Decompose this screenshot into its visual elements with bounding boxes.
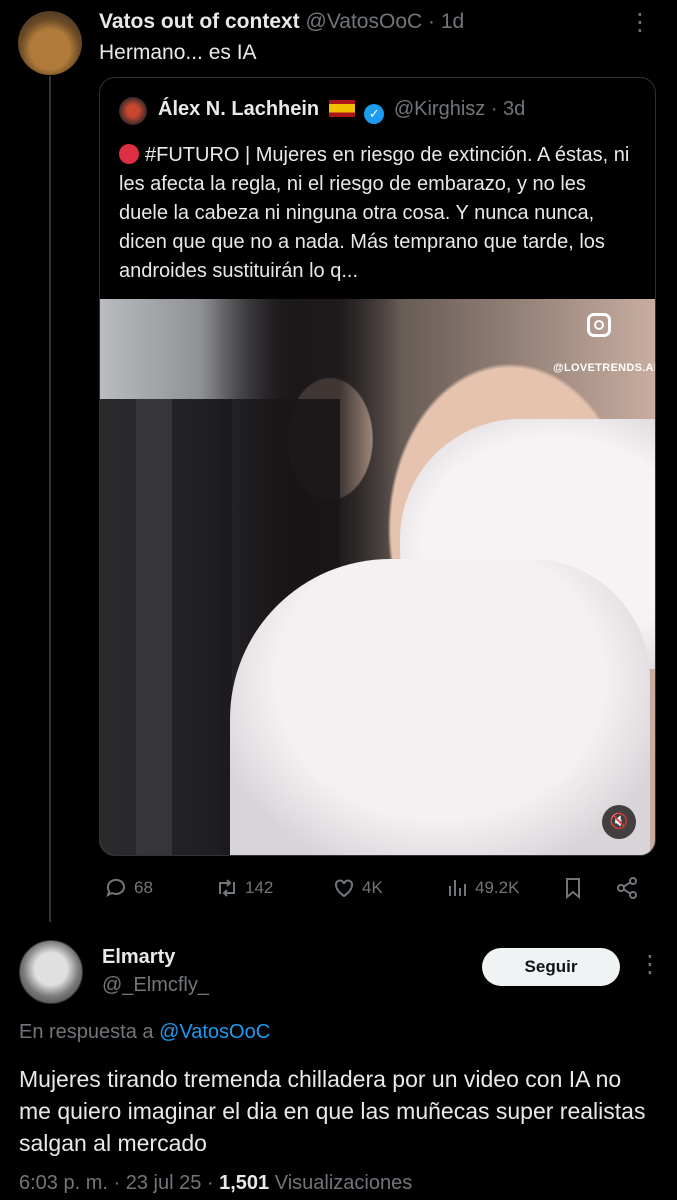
reply-author-name[interactable]: Elmarty	[102, 946, 175, 969]
author-handle[interactable]: @VatosOoC	[306, 10, 423, 33]
reply-meta: 6:03 p. m. · 23 jul 25 · 1,501 Visualiza…	[19, 1172, 413, 1194]
reply-time[interactable]: 6:03 p. m.	[19, 1172, 108, 1194]
media-watermark: @LOVETRENDS.AI	[553, 362, 656, 374]
author-avatar[interactable]	[18, 11, 82, 75]
reply-author-handle[interactable]: @_Elmcfly_	[102, 974, 209, 997]
quote-time: · 3d	[490, 98, 526, 120]
more-icon[interactable]: ⋮	[628, 8, 652, 37]
quote-header: Álex N. Lachhein ✓ @Kirghisz · 3d	[158, 98, 525, 124]
glove-lower	[230, 559, 650, 855]
more-icon[interactable]: ⋮	[638, 950, 662, 979]
instagram-icon	[587, 313, 611, 337]
views-count: 49.2K	[475, 878, 520, 897]
spain-flag-icon	[328, 100, 355, 117]
reply-avatar[interactable]	[19, 940, 83, 1004]
quote-text: #FUTURO | Mujeres en riesgo de extinción…	[119, 144, 630, 282]
quote-avatar	[119, 97, 147, 125]
follow-button[interactable]: Seguir	[482, 948, 620, 986]
reply-views-label: Visualizaciones	[274, 1172, 413, 1194]
reply-context: En respuesta a @VatosOoC	[19, 1021, 270, 1044]
tweet-header: Vatos out of context @VatosOoC · 1d	[99, 10, 464, 34]
share-action[interactable]	[615, 876, 639, 900]
like-count: 4K	[362, 878, 383, 897]
reply-icon	[106, 878, 125, 897]
bookmark-icon	[566, 878, 580, 900]
mute-icon[interactable]: 🔇	[602, 805, 636, 839]
quote-handle: @Kirghisz	[393, 98, 486, 120]
quoted-tweet[interactable]: Álex N. Lachhein ✓ @Kirghisz · 3d #FUTUR…	[99, 77, 656, 856]
reply-to-link[interactable]: @VatosOoC	[159, 1021, 270, 1043]
tweet-text: Hermano... es IA	[99, 41, 257, 64]
reply-action[interactable]: 68	[104, 876, 153, 900]
video-media[interactable]: @LOVETRENDS.AI 🔇	[100, 299, 656, 855]
views-icon	[449, 880, 466, 896]
author-name[interactable]: Vatos out of context	[99, 10, 300, 33]
reply-date[interactable]: 23 jul 25	[126, 1172, 202, 1194]
tweet-time[interactable]: · 1d	[428, 10, 464, 33]
reply-text: Mujeres tirando tremenda chilladera por …	[19, 1066, 646, 1156]
like-icon	[335, 879, 353, 898]
reply-views-count: 1,501	[219, 1172, 270, 1194]
reply-prefix: En respuesta a	[19, 1021, 154, 1043]
quote-text-block: #FUTURO | Mujeres en riesgo de extinción…	[119, 141, 639, 286]
views-action[interactable]: 49.2K	[445, 876, 519, 900]
retweet-action[interactable]: 142	[215, 876, 273, 900]
share-icon	[617, 877, 637, 899]
verified-icon: ✓	[364, 104, 385, 124]
red-circle-icon	[119, 144, 139, 164]
retweet-icon	[219, 879, 235, 897]
quote-author-name: Álex N. Lachhein	[158, 98, 320, 120]
like-action[interactable]: 4K	[332, 876, 383, 900]
reply-count: 68	[134, 878, 153, 897]
bookmark-action[interactable]	[561, 876, 585, 900]
retweet-count: 142	[245, 878, 274, 897]
thread-line	[49, 76, 51, 922]
